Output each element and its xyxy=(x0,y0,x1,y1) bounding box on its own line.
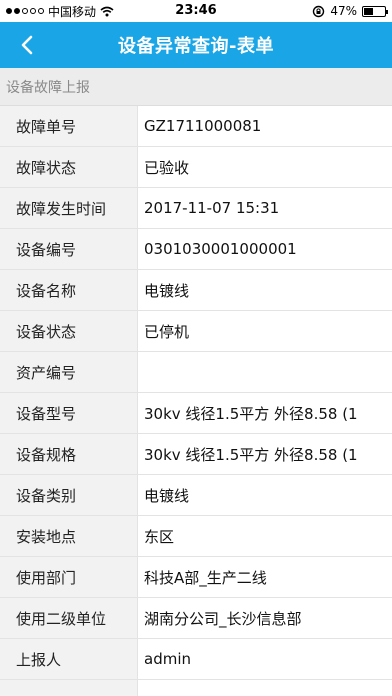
section-header: 设备故障上报 xyxy=(0,68,392,106)
field-value: 湖南分公司_长沙信息部 xyxy=(144,609,302,628)
form-row[interactable]: 设备编号 0301030001000001 xyxy=(0,229,392,270)
form-fields: 故障单号 GZ1711000081 故障状态 已验收 故障发生时间 2017-11-07 … xyxy=(0,106,392,696)
field-label: 使用二级单位 xyxy=(0,598,138,638)
form-row[interactable]: 故障状态 已验收 xyxy=(0,147,392,188)
field-value: 0301030001000001 xyxy=(144,240,297,258)
form-row[interactable]: 资产编号 xyxy=(0,352,392,393)
field-label: 设备类别 xyxy=(0,475,138,515)
battery-level xyxy=(364,7,374,15)
form-row[interactable] xyxy=(0,680,392,696)
form-row[interactable]: 设备名称 电镀线 xyxy=(0,270,392,311)
form-row[interactable]: 使用部门 科技A部_生产二线 xyxy=(0,557,392,598)
form-row[interactable]: 使用二级单位 湖南分公司_长沙信息部 xyxy=(0,598,392,639)
field-label: 设备编号 xyxy=(0,229,138,269)
form-row[interactable]: 设备规格 30kv 线径1.5平方 外径8.58 (1 xyxy=(0,434,392,475)
battery-icon xyxy=(362,5,388,17)
status-bar: 中国移动 23:46 47% xyxy=(0,0,392,22)
field-label: 设备状态 xyxy=(0,311,138,351)
field-value: GZ1711000081 xyxy=(144,117,262,135)
form-row[interactable]: 上报人 admin xyxy=(0,639,392,680)
field-value: 已停机 xyxy=(144,322,190,341)
field-label: 资产编号 xyxy=(0,352,138,392)
field-value: 已验收 xyxy=(144,158,190,177)
field-label: 上报人 xyxy=(0,639,138,679)
form-row[interactable]: 故障发生时间 2017-11-07 15:31 xyxy=(0,188,392,229)
field-value: 电镀线 xyxy=(144,281,190,300)
field-label: 使用部门 xyxy=(0,557,138,597)
field-value: 科技A部_生产二线 xyxy=(144,568,267,587)
field-label: 安装地点 xyxy=(0,516,138,556)
field-value: 2017-11-07 15:31 xyxy=(144,199,280,217)
rotation-lock-icon xyxy=(313,5,325,17)
field-label xyxy=(0,680,138,696)
field-label: 设备名称 xyxy=(0,270,138,310)
form-row[interactable]: 设备状态 已停机 xyxy=(0,311,392,352)
field-value: admin xyxy=(144,650,191,668)
form-row[interactable]: 设备型号 30kv 线径1.5平方 外径8.58 (1 xyxy=(0,393,392,434)
nav-bar: 设备异常查询-表单 xyxy=(0,22,392,68)
field-value: 30kv 线径1.5平方 外径8.58 (1 xyxy=(144,404,358,423)
page-title: 设备异常查询-表单 xyxy=(118,36,274,57)
back-button[interactable] xyxy=(12,22,42,68)
field-value xyxy=(138,680,392,696)
field-value: 30kv 线径1.5平方 外径8.58 (1 xyxy=(144,445,358,464)
status-right: 47% xyxy=(312,0,388,22)
field-label: 故障单号 xyxy=(0,106,138,146)
field-label: 设备规格 xyxy=(0,434,138,474)
field-value: 电镀线 xyxy=(144,486,190,505)
battery-percent: 47% xyxy=(330,4,357,18)
form-row[interactable]: 安装地点 东区 xyxy=(0,516,392,557)
field-value: 东区 xyxy=(144,527,175,546)
chevron-left-icon xyxy=(21,35,33,55)
field-value xyxy=(138,352,392,392)
form-row[interactable]: 故障单号 GZ1711000081 xyxy=(0,106,392,147)
field-label: 故障发生时间 xyxy=(0,188,138,228)
form-row[interactable]: 设备类别 电镀线 xyxy=(0,475,392,516)
field-label: 故障状态 xyxy=(0,147,138,187)
field-label: 设备型号 xyxy=(0,393,138,433)
